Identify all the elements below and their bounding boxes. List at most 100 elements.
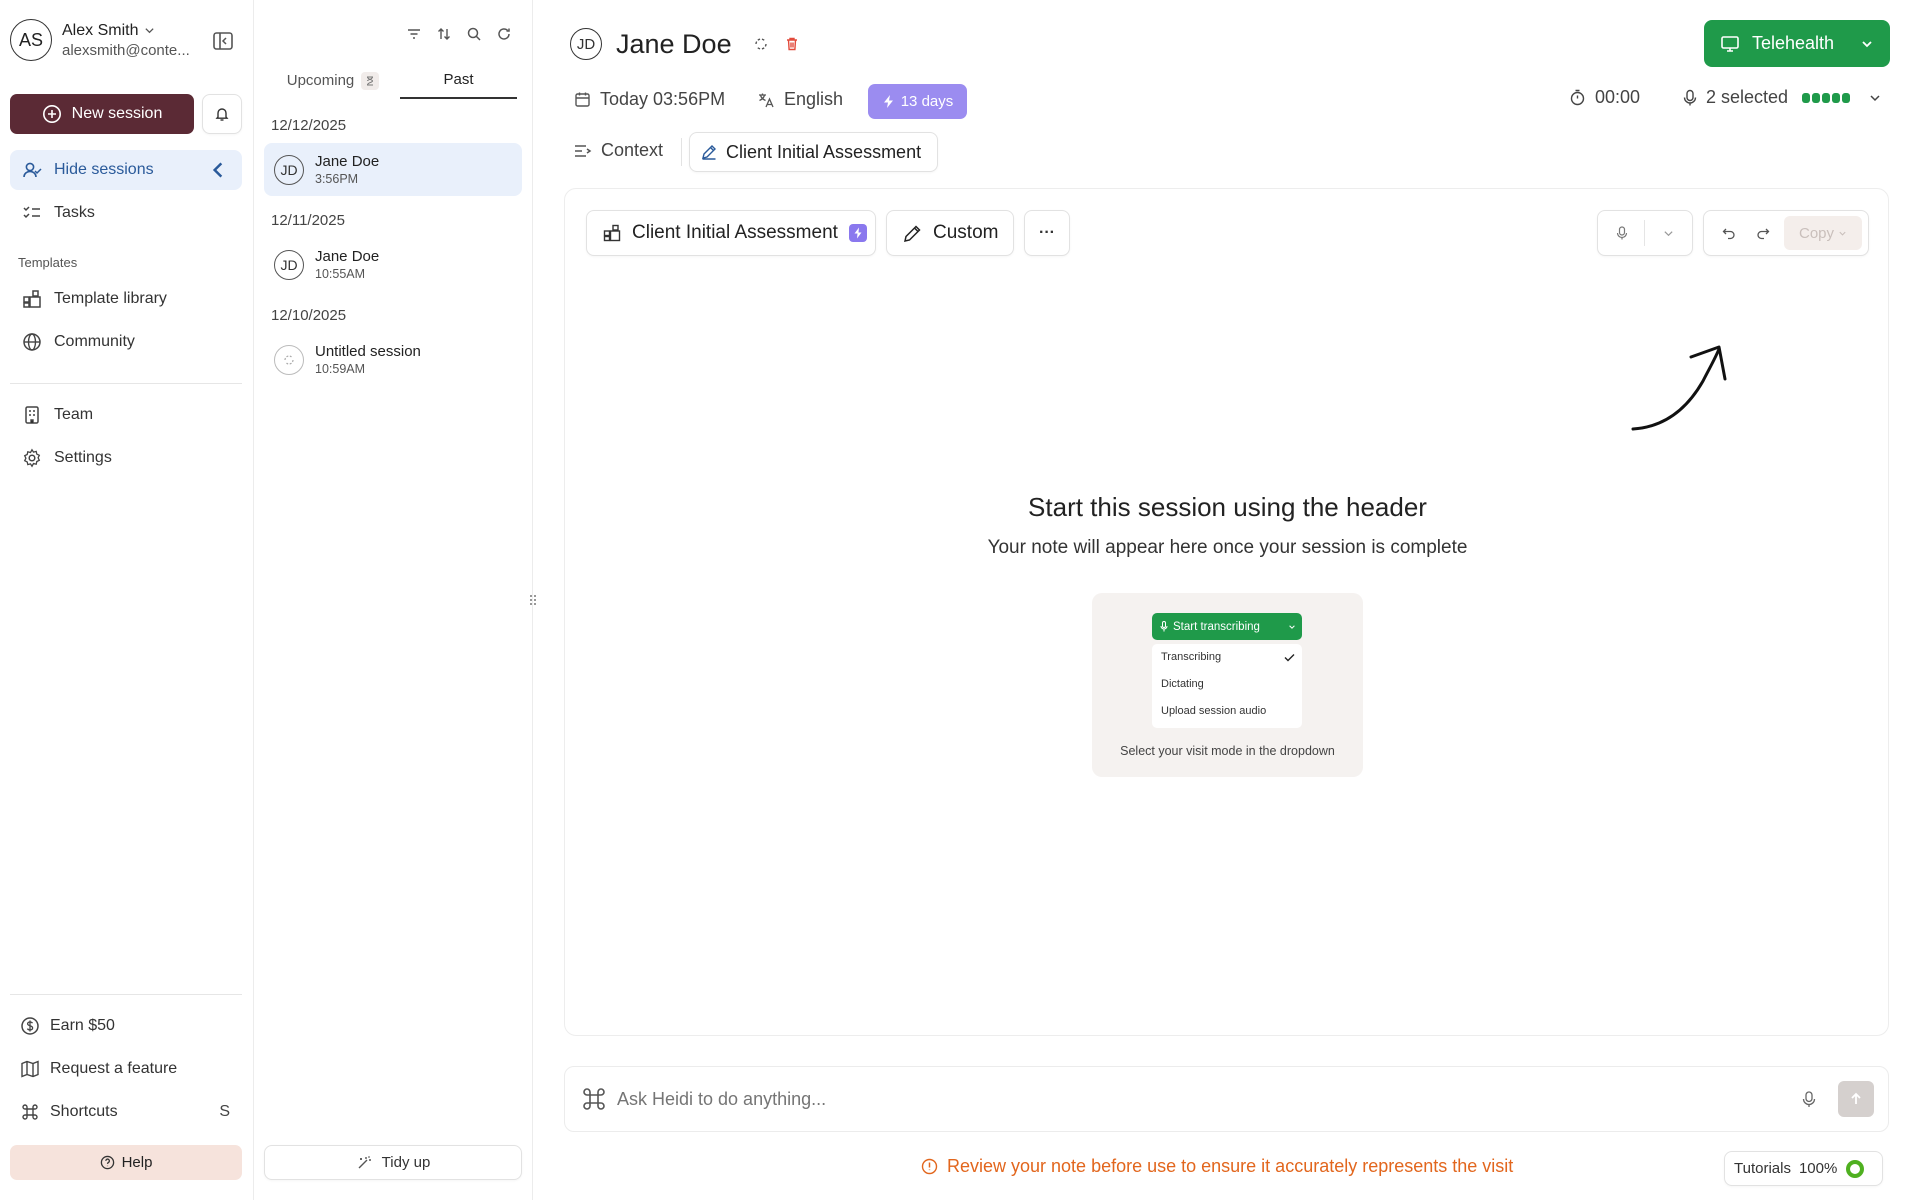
help-button[interactable]: Help [10, 1145, 242, 1180]
context-icon [574, 143, 592, 159]
session-name: Jane Doe [315, 153, 380, 170]
sidebar-item-label: Tasks [54, 204, 95, 221]
demo-option-label: Transcribing [1161, 651, 1222, 663]
sidebar-item-settings[interactable]: Settings [10, 438, 242, 478]
tab-client-initial-assessment[interactable]: Client Initial Assessment [689, 132, 938, 172]
resize-handle[interactable] [528, 592, 538, 608]
pencil-icon [903, 224, 922, 243]
tidy-up-button[interactable]: Tidy up [264, 1145, 522, 1180]
sidebar-item-team[interactable]: Team [10, 395, 242, 435]
chevron-down-icon [144, 25, 155, 36]
patient-name[interactable]: Jane Doe [616, 29, 732, 60]
session-list-item[interactable]: Untitled session 10:59AM [264, 333, 522, 386]
sidebar-item-tasks[interactable]: Tasks [10, 193, 242, 233]
ask-heidi-bar [564, 1066, 1889, 1132]
demo-caption: Select your visit mode in the dropdown [1120, 744, 1335, 758]
copy-label: Copy [1798, 224, 1835, 242]
microphone-icon[interactable] [1802, 1090, 1816, 1108]
sidebar: AS Alex Smith alexsmith@conte... New ses… [0, 0, 254, 1200]
telehealth-label: Telehealth [1752, 33, 1835, 53]
sidebar-item-earn[interactable]: Earn $50 [10, 1006, 242, 1046]
account-switcher[interactable]: AS Alex Smith alexsmith@conte... [10, 19, 190, 61]
collapse-sidebar-icon[interactable] [212, 30, 234, 52]
plus-circle-icon [42, 104, 62, 124]
chevron-down-icon [1838, 229, 1847, 238]
lightning-icon [848, 224, 867, 242]
filter-icon[interactable] [406, 26, 422, 42]
divider [10, 994, 242, 995]
sort-icon[interactable] [436, 26, 452, 42]
sessions-panel: Upcoming Past 12/12/2025 JD Jane Doe 3:5… [254, 0, 533, 1200]
tab-past[interactable]: Past [400, 62, 517, 99]
sidebar-item-label: Settings [54, 449, 112, 466]
refresh-icon[interactable] [496, 26, 512, 42]
arrow-up-icon [1851, 1092, 1861, 1104]
chevron-left-icon [208, 160, 228, 180]
chevron-down-icon[interactable] [1868, 91, 1882, 105]
calendar-icon [574, 91, 591, 108]
microphone-icon [1160, 621, 1168, 632]
search-icon[interactable] [466, 26, 482, 42]
session-date: 12/11/2025 [271, 212, 345, 229]
chevron-down-icon[interactable] [1663, 228, 1674, 239]
tutorials-button[interactable]: Tutorials 100% [1724, 1151, 1883, 1186]
session-list-item[interactable]: JD Jane Doe 3:56PM [264, 143, 522, 196]
tidy-up-label: Tidy up [381, 1154, 431, 1171]
custom-label: Custom [933, 222, 999, 243]
sidebar-item-label: Community [54, 333, 135, 350]
pencil-icon [701, 144, 717, 160]
chevron-down-icon [1288, 623, 1296, 631]
new-session-label: New session [71, 105, 163, 122]
redo-icon[interactable] [1756, 226, 1770, 240]
lightning-icon [882, 94, 895, 109]
undo-icon[interactable] [1722, 226, 1736, 240]
new-session-button[interactable]: New session [10, 94, 194, 134]
demo-option: Transcribing [1161, 651, 1295, 663]
sidebar-item-community[interactable]: Community [10, 322, 242, 362]
language-selector[interactable]: English [757, 89, 843, 110]
sidebar-item-label: Shortcuts [50, 1103, 118, 1120]
chevron-down-icon[interactable] [1860, 37, 1874, 51]
telehealth-button[interactable]: Telehealth [1704, 20, 1890, 67]
notifications-button[interactable] [202, 94, 242, 134]
session-list-item[interactable]: JD Jane Doe 10:55AM [264, 238, 522, 291]
edit-actions-group: Copy [1703, 210, 1869, 256]
link-patient-icon[interactable] [752, 35, 770, 53]
empty-state-subtitle: Your note will appear here once your ses… [987, 537, 1468, 558]
checklist-icon [22, 203, 42, 223]
sidebar-item-template-library[interactable]: Template library [10, 279, 242, 319]
audio-level-meter [1802, 92, 1851, 103]
tab-upcoming[interactable]: Upcoming [266, 62, 400, 99]
microphone-icon[interactable] [1616, 225, 1628, 241]
visit-mode-illustration: Start transcribing Transcribing Dictatin… [1092, 593, 1363, 777]
ask-heidi-input[interactable] [617, 1088, 1767, 1110]
command-icon [20, 1102, 40, 1122]
help-label: Help [121, 1154, 153, 1171]
sidebar-item-shortcuts[interactable]: Shortcuts S [10, 1092, 242, 1132]
sidebar-item-request-feature[interactable]: Request a feature [10, 1049, 242, 1089]
trial-days-badge[interactable]: 13 days [868, 84, 967, 119]
trial-days-text: 13 days [900, 93, 954, 110]
heidi-logo-icon [581, 1086, 607, 1112]
progress-ring-icon [1845, 1159, 1865, 1179]
copy-button[interactable]: Copy [1784, 216, 1862, 250]
template-selector-button[interactable]: Client Initial Assessment [586, 210, 876, 256]
monitor-icon [1720, 34, 1740, 54]
microphone-selector[interactable]: 2 selected [1682, 87, 1882, 108]
sidebar-item-label: Team [54, 406, 94, 423]
tab-context[interactable]: Context [574, 140, 663, 161]
more-options-button[interactable]: ··· [1024, 210, 1070, 256]
sidebar-item-hide-sessions[interactable]: Hide sessions [10, 150, 242, 190]
divider [681, 138, 682, 166]
globe-icon [22, 332, 42, 352]
demo-button-label: Start transcribing [1173, 620, 1260, 633]
tutorials-progress: 100% [1798, 1160, 1838, 1177]
note-card: Client Initial Assessment Custom ··· Cop… [564, 188, 1889, 1036]
custom-button[interactable]: Custom [886, 210, 1014, 256]
translate-icon [757, 91, 775, 109]
session-date-picker[interactable]: Today 03:56PM [574, 89, 725, 110]
user-email: alexsmith@conte... [62, 41, 190, 59]
unlinked-icon [274, 344, 304, 375]
trash-icon[interactable] [784, 36, 800, 52]
send-button[interactable] [1838, 1081, 1874, 1117]
